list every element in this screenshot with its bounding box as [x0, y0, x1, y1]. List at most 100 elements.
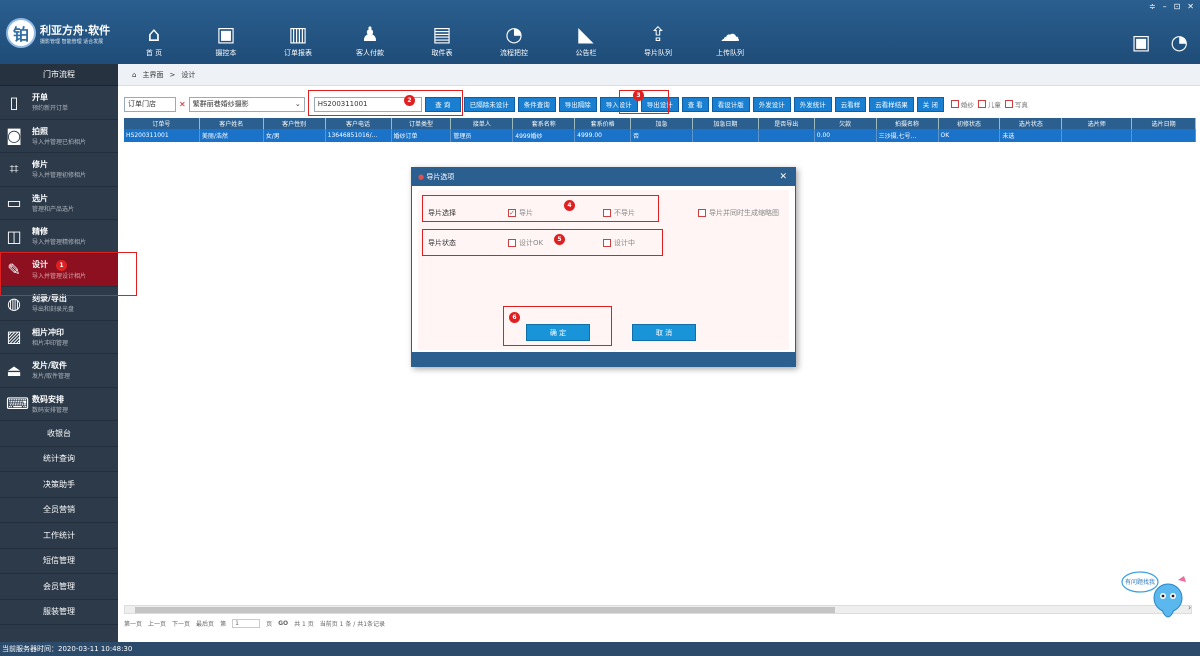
checkbox-icon[interactable] — [977, 100, 986, 108]
column-header[interactable]: 客户电话 — [326, 118, 392, 129]
checkbox-checked-icon[interactable]: ✓ — [508, 209, 516, 217]
toolbar-button-10[interactable]: 云看样 — [834, 96, 867, 112]
sidebar-menu-2[interactable]: 决策助手 — [0, 472, 118, 498]
toolbar-button-7[interactable]: 看设计版 — [711, 96, 750, 112]
close-icon[interactable]: ✕ — [779, 172, 787, 182]
pager-prev[interactable]: 上一页 — [148, 619, 166, 628]
option-import[interactable]: ✓ 导片 — [508, 208, 603, 218]
pager-page-input[interactable]: 1 — [232, 618, 261, 628]
toolbar-button-11[interactable]: 云看样结果 — [869, 96, 914, 112]
filter-check-2[interactable]: 写真 — [1004, 99, 1028, 109]
option-designing[interactable]: 设计中 — [603, 238, 698, 248]
horizontal-scrollbar[interactable] — [124, 605, 1192, 614]
home-icon[interactable]: ⌂ — [132, 71, 136, 79]
column-header[interactable]: 初修状态 — [939, 118, 1001, 129]
toolbar-button-0[interactable]: 查 询 — [424, 96, 461, 112]
column-header[interactable]: 接单人 — [451, 118, 514, 129]
menu-icon[interactable]: ≑ — [1149, 2, 1156, 11]
checkbox-icon[interactable] — [603, 239, 611, 247]
toolbar-button-4[interactable]: 导入设计 — [599, 96, 638, 112]
column-header[interactable]: 客户姓名 — [200, 118, 264, 129]
sidebar-menu-7[interactable]: 服装管理 — [0, 600, 118, 625]
nav-item-2[interactable]: ▥ 订单报表 — [262, 14, 334, 62]
column-header[interactable]: 订单类型 — [392, 118, 452, 129]
notebook-icon[interactable]: ▣ — [1132, 30, 1151, 54]
toolbar-button-5[interactable]: 导出设计 — [640, 96, 679, 112]
sidebar-item-7[interactable]: ▨ 相片冲印 相片冲印管理 — [0, 321, 118, 354]
table-row[interactable]: HS200311001 美丽/浩然 女/男 13646851016/... 婚纱订单 管理… — [124, 129, 1197, 142]
column-header[interactable]: 订单号 — [124, 118, 200, 129]
filter-check-0[interactable]: 婚纱 — [950, 99, 974, 109]
sidebar-menu-5[interactable]: 短信管理 — [0, 549, 118, 574]
pager-first[interactable]: 第一页 — [124, 619, 142, 628]
column-header[interactable]: 是否导出 — [759, 118, 815, 129]
nav-item-1[interactable]: ▣ 摄控本 — [190, 14, 262, 62]
clear-icon[interactable]: ✕ — [179, 100, 186, 109]
scroll-thumb[interactable] — [135, 607, 835, 613]
option-no-import[interactable]: 不导片 — [603, 208, 698, 218]
column-header[interactable]: 加急日期 — [693, 118, 759, 129]
sidebar-item-9[interactable]: ⌨ 数码安排 数码安排管理 — [0, 388, 118, 421]
dialog-title: 导片选项 — [426, 173, 455, 181]
sidebar-item-3[interactable]: ▭ 选片 管理和产品选片 — [0, 187, 118, 220]
confirm-button[interactable]: 确 定 — [526, 324, 590, 341]
checkbox-icon[interactable] — [603, 209, 611, 217]
sidebar-item-4[interactable]: ◫ 精修 导入并管理精修相片 — [0, 220, 118, 254]
restore-icon[interactable]: ⊡ — [1174, 2, 1181, 11]
sidebar-item-2[interactable]: ⌗ 修片 导入并管理初修相片 — [0, 153, 118, 187]
sidebar-menu-3[interactable]: 全员营销 — [0, 498, 118, 523]
toolbar-button-12[interactable]: 关 闭 — [916, 96, 944, 112]
store-select[interactable]: 订单门店 — [124, 96, 176, 112]
studio-select[interactable]: 繁群丽巷婚纱摄影 ⌄ — [188, 96, 305, 112]
close-window-icon[interactable]: ✕ — [1187, 2, 1194, 11]
toolbar-button-3[interactable]: 导出隔除 — [558, 96, 597, 112]
toolbar-button-1[interactable]: 已隔除未设计 — [463, 96, 515, 112]
nav-item-4[interactable]: ▤ 取件表 — [406, 14, 478, 62]
nav-item-8[interactable]: ☁ 上传队列 — [694, 14, 766, 62]
column-header[interactable]: 拍摄名称 — [877, 118, 939, 129]
cancel-button[interactable]: 取 消 — [632, 324, 696, 341]
option-thumbnail[interactable]: 导片并同时生成缩略图 — [698, 208, 808, 218]
toolbar-button-2[interactable]: 条件查询 — [517, 96, 556, 112]
sidebar-item-5[interactable]: ✎ 设计 1 导入并管理设计相片 — [0, 253, 118, 287]
sidebar-menu-6[interactable]: 会员管理 — [0, 574, 118, 600]
nav-item-3[interactable]: ♟ 客人付款 — [334, 14, 406, 62]
pager-go-button[interactable]: GO — [278, 620, 288, 627]
column-header[interactable]: 欠款 — [815, 118, 877, 129]
checkbox-icon[interactable] — [1004, 100, 1013, 108]
checkbox-icon[interactable] — [950, 100, 959, 108]
signal-icon[interactable]: ◔ — [1171, 30, 1188, 54]
column-header[interactable]: 套系价格 — [575, 118, 632, 129]
nav-item-7[interactable]: ⇪ 导片队列 — [622, 14, 694, 62]
step-marker-2: 2 — [404, 95, 415, 106]
sidebar-menu-4[interactable]: 工作统计 — [0, 523, 118, 549]
sidebar-item-6[interactable]: ◍ 刻录/导出 导出和刻录光盘 — [0, 287, 118, 321]
checkbox-icon[interactable] — [698, 209, 706, 217]
sidebar-menu-1[interactable]: 统计查询 — [0, 447, 118, 472]
column-header[interactable]: 选片师 — [1062, 118, 1133, 129]
nav-item-0[interactable]: ⌂ 首 页 — [118, 14, 190, 62]
sidebar-menu-0[interactable]: 收银台 — [0, 421, 118, 447]
column-header[interactable]: 套系名称 — [513, 118, 576, 129]
breadcrumb-home[interactable]: 主界面 — [142, 70, 163, 80]
column-header[interactable]: 选片日期 — [1132, 118, 1197, 129]
minimize-icon[interactable]: – — [1163, 2, 1167, 11]
toolbar-button-9[interactable]: 外发统计 — [793, 96, 832, 112]
pager-last[interactable]: 最后页 — [196, 619, 214, 628]
megaphone-icon: ◣ — [578, 22, 594, 46]
pager-next[interactable]: 下一页 — [172, 619, 190, 628]
help-mascot[interactable]: 有问题找我 › — [1120, 566, 1192, 628]
nav-label: 首 页 — [145, 49, 163, 57]
sidebar-item-8[interactable]: ⏏ 发片/取件 发片/取件管理 — [0, 354, 118, 388]
checkbox-icon[interactable] — [508, 239, 516, 247]
column-header[interactable]: 加急 — [631, 118, 693, 129]
sidebar-item-1[interactable]: ◙ 拍照 导入并管理已拍相片 — [0, 120, 118, 153]
column-header[interactable]: 客户性别 — [264, 118, 326, 129]
toolbar-button-6[interactable]: 查 看 — [681, 96, 709, 112]
nav-item-5[interactable]: ◔ 流程把控 — [478, 14, 550, 62]
column-header[interactable]: 选片状态 — [1000, 118, 1063, 129]
nav-item-6[interactable]: ◣ 公告栏 — [550, 14, 622, 62]
toolbar-button-8[interactable]: 外发设计 — [752, 96, 791, 112]
sidebar-item-0[interactable]: ▯ 开单 预约新开订单 — [0, 86, 118, 120]
filter-check-1[interactable]: 儿童 — [977, 99, 1001, 109]
